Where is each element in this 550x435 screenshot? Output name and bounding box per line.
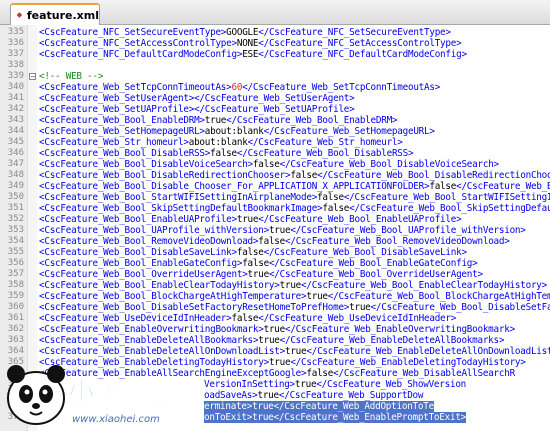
code-text: <CscFeature_Web_SetUAProfile></CscFeatur…	[39, 104, 355, 115]
code-line[interactable]: 346 <CscFeature_Web_Bool_DisableRSS>false…	[0, 148, 550, 159]
code-line[interactable]: 350 <CscFeature_Web_Bool_StartWIFISetting…	[0, 192, 550, 203]
line-number: 335	[7, 27, 24, 37]
code-text: erminate>true</CscFeature_Web_AddOptionT…	[204, 401, 434, 412]
code-text: <CscFeature_Web_Bool_EnableGateConfig>fa…	[39, 258, 478, 269]
code-text: <CscFeature_Web_Bool_DisableSaveLink>fal…	[39, 247, 467, 258]
code-text: <CscFeature_Web_Bool_DisableRedirectionC…	[39, 170, 550, 181]
code-text: <CscFeature_NFC_DefaultCardModeConfig>ES…	[39, 49, 467, 60]
line-number: 339	[7, 71, 24, 81]
code-text: <CscFeature_Web_Bool_OverrideUserAgent>t…	[39, 269, 483, 280]
line-number: 337	[7, 49, 24, 59]
code-text: <CscFeature_Web_Bool_DisableSetFactoryRe…	[39, 302, 550, 313]
code-text: <CscFeature_Web_Bool_DisableRSS>false</C…	[39, 148, 414, 159]
code-line[interactable]: 360 <CscFeature_Web_Bool_DisableSetFactor…	[0, 302, 550, 313]
xml-file-icon	[17, 12, 22, 18]
code-text: <CscFeature_Web_Bool_EnableClearTodayHis…	[39, 280, 547, 291]
line-number: 361	[7, 313, 24, 323]
fold-toggle-icon[interactable]: −	[29, 73, 36, 81]
code-line[interactable]: 336 <CscFeature_NFC_SetAccessControlType>…	[0, 38, 550, 49]
line-number: 354	[7, 236, 24, 246]
line-number: 362	[7, 324, 24, 334]
code-text: <CscFeature_Web_Bool_DisableVoiceSearch>…	[39, 159, 499, 170]
code-text: <CscFeature_Web_Bool_UAProfile_withVersi…	[39, 225, 526, 236]
code-line[interactable]: 338	[0, 60, 550, 71]
line-number: 359	[7, 291, 24, 301]
code-line[interactable]: 343 <CscFeature_Web_Bool_EnableDRM>true</…	[0, 115, 550, 126]
line-number: 360	[7, 302, 24, 312]
code-line[interactable]: 341 <CscFeature_Web_SetUserAgent></CscFea…	[0, 93, 550, 104]
line-number: 349	[7, 181, 24, 191]
line-number: 350	[7, 192, 24, 202]
line-number: 357	[7, 269, 24, 279]
watermark-url: www.xiaohei.com	[72, 414, 160, 425]
code-text: <!-- WEB -->	[39, 71, 104, 82]
code-text: <CscFeature_NFC_SetAccessControlType>NON…	[39, 38, 462, 49]
code-text: VersionInSetting>true</CscFeature_Web_Sh…	[204, 379, 467, 390]
code-text: <CscFeature_Web_SetTcpConnTimeoutAs>60</…	[39, 82, 441, 93]
code-text: <CscFeature_Web_Bool_EnableUAProfile>tru…	[39, 214, 462, 225]
code-text: <CscFeature_Web_Bool_StartWIFISettingInA…	[39, 192, 550, 203]
code-text: <CscFeature_Web_Bool_SkipSettingDefaultB…	[39, 203, 550, 214]
code-line[interactable]: 356 <CscFeature_Web_Bool_EnableGateConfig…	[0, 258, 550, 269]
code-text: <CscFeature_Web_SetUserAgent></CscFeatur…	[39, 93, 355, 104]
code-text: oadSaveAs>true</CscFeature_Web_SupportDo…	[204, 390, 424, 401]
code-line[interactable]: 342 <CscFeature_Web_SetUAProfile></CscFea…	[0, 104, 550, 115]
code-line[interactable]: 359 <CscFeature_Web_Bool_BlockChargeAtHig…	[0, 291, 550, 302]
code-line[interactable]: 361 <CscFeature_Web_UseDeviceIdInHeader>f…	[0, 313, 550, 324]
watermark: 小 黑 游 戏 www.xiaohei.com	[4, 340, 204, 431]
line-number: 343	[7, 115, 24, 125]
line-number: 351	[7, 203, 24, 213]
code-line[interactable]: 353 <CscFeature_Web_Bool_UAProfile_withVe…	[0, 225, 550, 236]
code-line[interactable]: 337 <CscFeature_NFC_DefaultCardModeConfig…	[0, 49, 550, 60]
code-text: <CscFeature_Web_EnableOverwritingBookmar…	[39, 324, 515, 335]
code-text: onToExit>true</CscFeature_Web_EnableProm…	[204, 412, 467, 423]
svg-text:游: 游	[126, 389, 144, 411]
tab-title: feature.xml	[26, 8, 99, 22]
line-number: 348	[7, 170, 24, 180]
code-line[interactable]: 340 <CscFeature_Web_SetTcpConnTimeoutAs>6…	[0, 82, 550, 93]
tab-bar: feature.xml	[0, 0, 550, 25]
code-text: <CscFeature_Web_Bool_EnableDRM>true</Csc…	[39, 115, 398, 126]
code-line[interactable]: 352 <CscFeature_Web_Bool_EnableUAProfile>…	[0, 214, 550, 225]
code-line[interactable]: 357 <CscFeature_Web_Bool_OverrideUserAgen…	[0, 269, 550, 280]
code-text: <CscFeature_Web_Str_homeurl>about:blank<…	[39, 137, 403, 148]
code-line[interactable]: 335 <CscFeature_NFC_SetSecureEventType>GO…	[0, 27, 550, 38]
line-number: 345	[7, 137, 24, 147]
code-text: <CscFeature_NFC_SetSecureEventType>GOOGL…	[39, 27, 451, 38]
code-line[interactable]: 344 <CscFeature_Web_SetHomepageURL>about:…	[0, 126, 550, 137]
line-number: 336	[7, 38, 24, 48]
line-number: 341	[7, 93, 24, 103]
code-line[interactable]: 358 <CscFeature_Web_Bool_EnableClearToday…	[0, 280, 550, 291]
line-number: 342	[7, 104, 24, 114]
svg-text:小: 小	[68, 377, 94, 407]
code-line[interactable]: 347 <CscFeature_Web_Bool_DisableVoiceSear…	[0, 159, 550, 170]
svg-text:黑: 黑	[96, 379, 122, 409]
code-text: <CscFeature_Web_UseDeviceIdInHeader>fals…	[39, 313, 457, 324]
code-text: <CscFeature_Web_Bool_Disable_Chooser_For…	[39, 181, 550, 192]
line-number: 355	[7, 247, 24, 257]
line-number: 347	[7, 159, 24, 169]
line-number: 340	[7, 82, 24, 92]
svg-text:戏: 戏	[145, 390, 164, 411]
code-text: <CscFeature_Web_Bool_RemoveVideoDownload…	[39, 236, 510, 247]
code-line[interactable]: 339− <!-- WEB -->	[0, 71, 550, 82]
code-line[interactable]: 345 <CscFeature_Web_Str_homeurl>about:bla…	[0, 137, 550, 148]
line-number: 346	[7, 148, 24, 158]
code-text: <CscFeature_Web_SetHomepageURL>about:bla…	[39, 126, 435, 137]
line-number: 338	[7, 60, 24, 70]
tab-feature-xml[interactable]: feature.xml	[10, 3, 100, 25]
line-number: 344	[7, 126, 24, 136]
code-line[interactable]: 362 <CscFeature_Web_EnableOverwritingBook…	[0, 324, 550, 335]
code-line[interactable]: 354 <CscFeature_Web_Bool_RemoveVideoDownl…	[0, 236, 550, 247]
line-number: 353	[7, 225, 24, 235]
code-line[interactable]: 351 <CscFeature_Web_Bool_SkipSettingDefau…	[0, 203, 550, 214]
line-number: 356	[7, 258, 24, 268]
code-text: <CscFeature_Web_Bool_BlockChargeAtHighTe…	[39, 291, 550, 302]
code-line[interactable]: 349 <CscFeature_Web_Bool_Disable_Chooser_…	[0, 181, 550, 192]
line-number: 358	[7, 280, 24, 290]
code-line[interactable]: 348 <CscFeature_Web_Bool_DisableRedirecti…	[0, 170, 550, 181]
code-line[interactable]: 355 <CscFeature_Web_Bool_DisableSaveLink>…	[0, 247, 550, 258]
line-number: 352	[7, 214, 24, 224]
